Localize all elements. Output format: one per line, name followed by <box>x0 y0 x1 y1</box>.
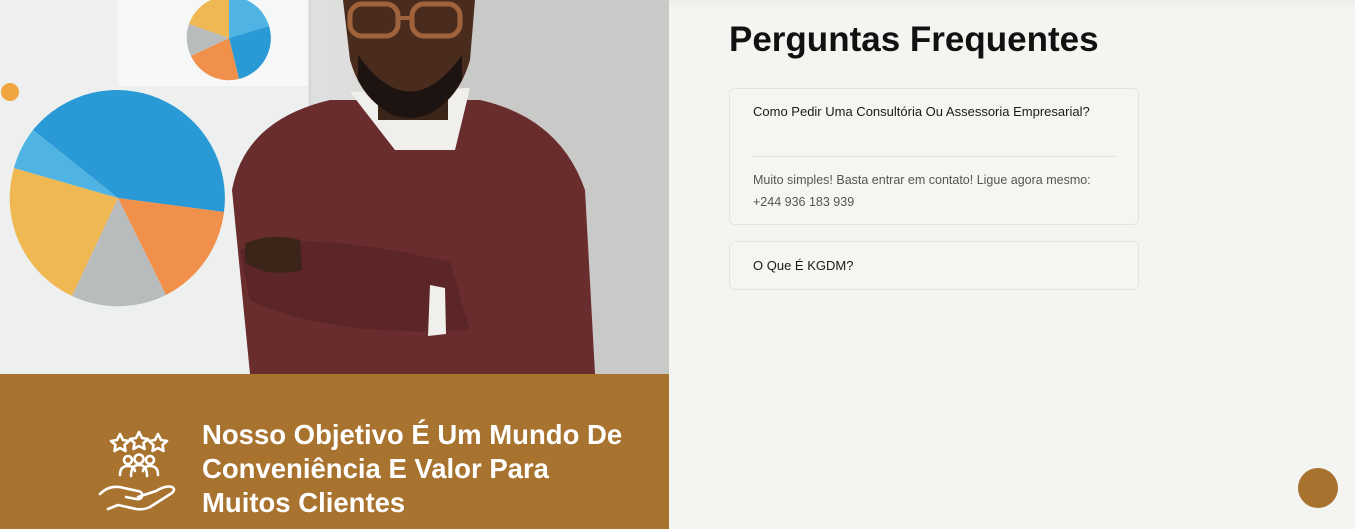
faq-title: Perguntas Frequentes <box>729 20 1099 59</box>
hero-left-panel: Nosso Objetivo É Um Mundo De Conveniênci… <box>0 0 669 529</box>
faq-item[interactable]: O Que É KGDM? <box>729 241 1139 290</box>
hero-photo <box>0 0 669 374</box>
goal-banner-text: Nosso Objetivo É Um Mundo De Conveniênci… <box>202 419 623 518</box>
header-shadow <box>669 0 1355 10</box>
faq-divider <box>753 156 1116 157</box>
faq-answer: Muito simples! Basta entrar em contato! … <box>753 173 1091 209</box>
faq-item[interactable]: Como Pedir Uma Consultória Ou Assessoria… <box>729 88 1139 225</box>
faq-question[interactable]: Como Pedir Uma Consultória Ou Assessoria… <box>753 101 1116 122</box>
customer-review-hand-icon <box>98 430 182 514</box>
chat-button[interactable] <box>1298 468 1338 508</box>
faq-question[interactable]: O Que É KGDM? <box>753 255 1116 276</box>
